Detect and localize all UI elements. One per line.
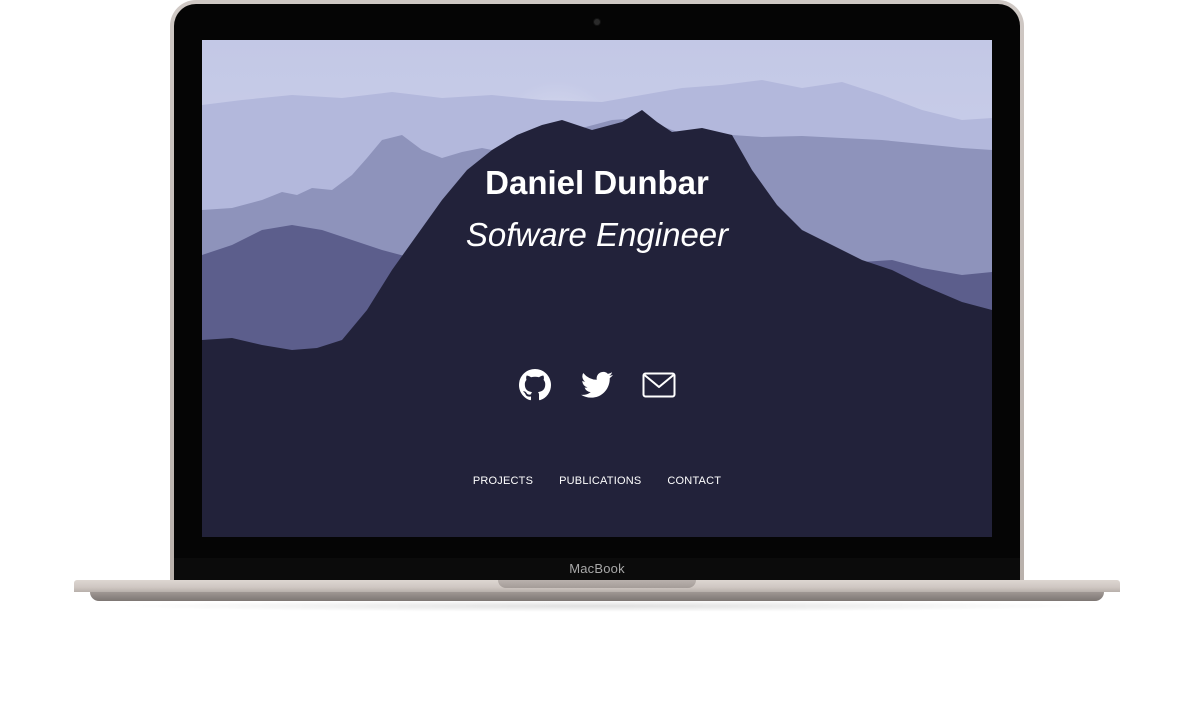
website-screen: Daniel Dunbar Sofware Engineer PROJECTS … bbox=[202, 40, 992, 537]
nav-publications[interactable]: PUBLICATIONS bbox=[559, 475, 641, 487]
laptop-base-bottom bbox=[90, 592, 1104, 601]
social-links bbox=[202, 368, 992, 402]
twitter-link[interactable] bbox=[580, 368, 614, 402]
hero-role: Sofware Engineer bbox=[465, 216, 729, 253]
hero-name: Daniel Dunbar bbox=[485, 164, 709, 201]
twitter-icon bbox=[581, 371, 613, 398]
laptop-shadow bbox=[110, 600, 1094, 612]
device-brand-label: MacBook bbox=[569, 561, 625, 576]
nav-contact[interactable]: CONTACT bbox=[667, 475, 721, 487]
mountain-background bbox=[202, 40, 992, 537]
laptop-notch bbox=[498, 580, 696, 588]
email-link[interactable] bbox=[642, 368, 676, 402]
email-icon bbox=[642, 372, 676, 398]
laptop-mockup: Daniel Dunbar Sofware Engineer PROJECTS … bbox=[0, 0, 1204, 727]
camera-icon bbox=[594, 19, 600, 25]
site-nav: PROJECTS PUBLICATIONS CONTACT bbox=[202, 475, 992, 487]
github-link[interactable] bbox=[518, 368, 552, 402]
github-icon bbox=[519, 369, 551, 401]
nav-projects[interactable]: PROJECTS bbox=[473, 475, 533, 487]
